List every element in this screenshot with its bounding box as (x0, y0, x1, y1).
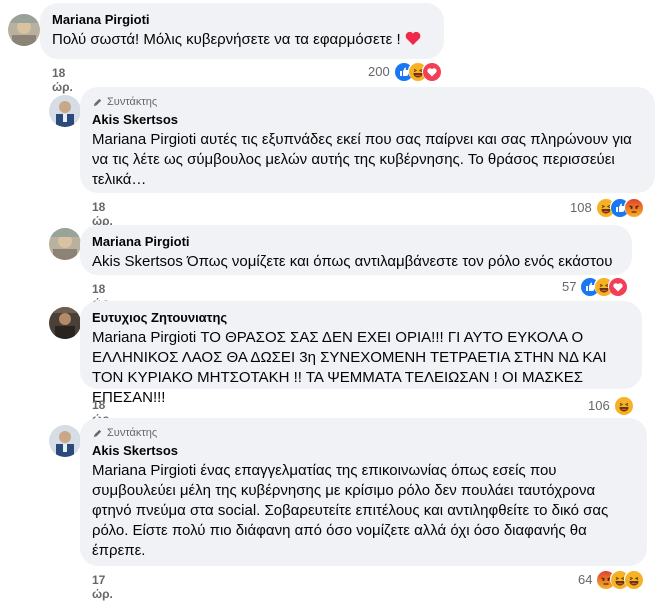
reaction-count: 200 (368, 63, 390, 79)
avatar[interactable] (49, 95, 81, 127)
reaction-summary[interactable]: 108 (570, 198, 643, 217)
reaction-summary[interactable]: 57 (562, 277, 628, 296)
comment-text: Mariana Pirgioti ένας επαγγελματίας της … (92, 462, 609, 559)
reaction-summary[interactable]: 106 (588, 396, 633, 415)
author-name[interactable]: Mariana Pirgioti (52, 11, 432, 28)
angry-icon (623, 198, 643, 217)
avatar[interactable] (49, 425, 81, 457)
love-icon (421, 62, 441, 81)
reaction-summary[interactable]: 200 (368, 62, 441, 81)
avatar[interactable] (49, 307, 81, 339)
comment-time[interactable]: 18 ώρ. (92, 200, 113, 228)
comment-bubble: Συντάκτης Akis Skertsos Mariana Pirgioti… (80, 87, 655, 193)
comment-bubble: Mariana Pirgioti Πολύ σωστά! Μόλις κυβερ… (40, 3, 444, 59)
avatar[interactable] (8, 14, 40, 46)
comment-text: Πολύ σωστά! Μόλις κυβερνήσετε να τα εφαρ… (52, 30, 432, 52)
author-name[interactable]: Akis Skertsos (92, 111, 643, 128)
reaction-count: 106 (588, 397, 610, 413)
reaction-summary[interactable]: 64 (578, 570, 644, 589)
author-name[interactable]: Mariana Pirgioti (92, 233, 620, 250)
author-badge: Συντάκτης (92, 426, 635, 440)
comment-bubble: Mariana Pirgioti Akis Skertsos Όπως νομί… (80, 225, 632, 275)
pen-icon (93, 429, 102, 437)
author-name[interactable]: Ευτυχιος Ζητουνιατης (92, 309, 630, 326)
heart-icon (405, 31, 421, 52)
haha-icon (624, 570, 644, 589)
comment-text: Mariana Pirgioti αυτές τις εξυπνάδες εκε… (92, 131, 632, 188)
comment-time[interactable]: 18 ώρ. (52, 66, 73, 94)
author-name[interactable]: Akis Skertsos (92, 442, 635, 459)
comment-text: Akis Skertsos Όπως νομίζετε και όπως αντ… (92, 253, 613, 270)
comment-text: Mariana Pirgioti ΤΟ ΘΡΑΣΟΣ ΣΑΣ ΔΕΝ ΕΧΕΙ … (92, 329, 607, 406)
pen-icon (93, 98, 102, 106)
reaction-count: 108 (570, 199, 592, 215)
author-badge: Συντάκτης (92, 95, 643, 109)
comment-bubble: Συντάκτης Akis Skertsos Mariana Pirgioti… (80, 418, 647, 566)
comment-time[interactable]: 17 ώρ. (92, 573, 113, 601)
haha-icon (613, 396, 633, 415)
avatar[interactable] (49, 228, 81, 260)
comment-bubble: Ευτυχιος Ζητουνιατης Mariana Pirgioti ΤΟ… (80, 301, 642, 406)
reaction-count: 57 (562, 278, 577, 294)
reaction-count: 64 (578, 571, 593, 587)
love-icon (608, 277, 628, 296)
